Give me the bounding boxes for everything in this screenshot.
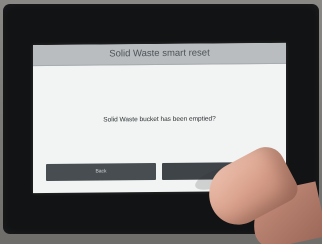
confirmation-message: Solid Waste bucket has been emptied?: [103, 115, 216, 124]
back-button[interactable]: Back: [46, 163, 156, 181]
back-button-label: Back: [95, 168, 107, 175]
photo-scene: Solid Waste smart reset Solid Waste buck…: [0, 0, 322, 244]
dialog-title: Solid Waste smart reset: [33, 42, 286, 67]
